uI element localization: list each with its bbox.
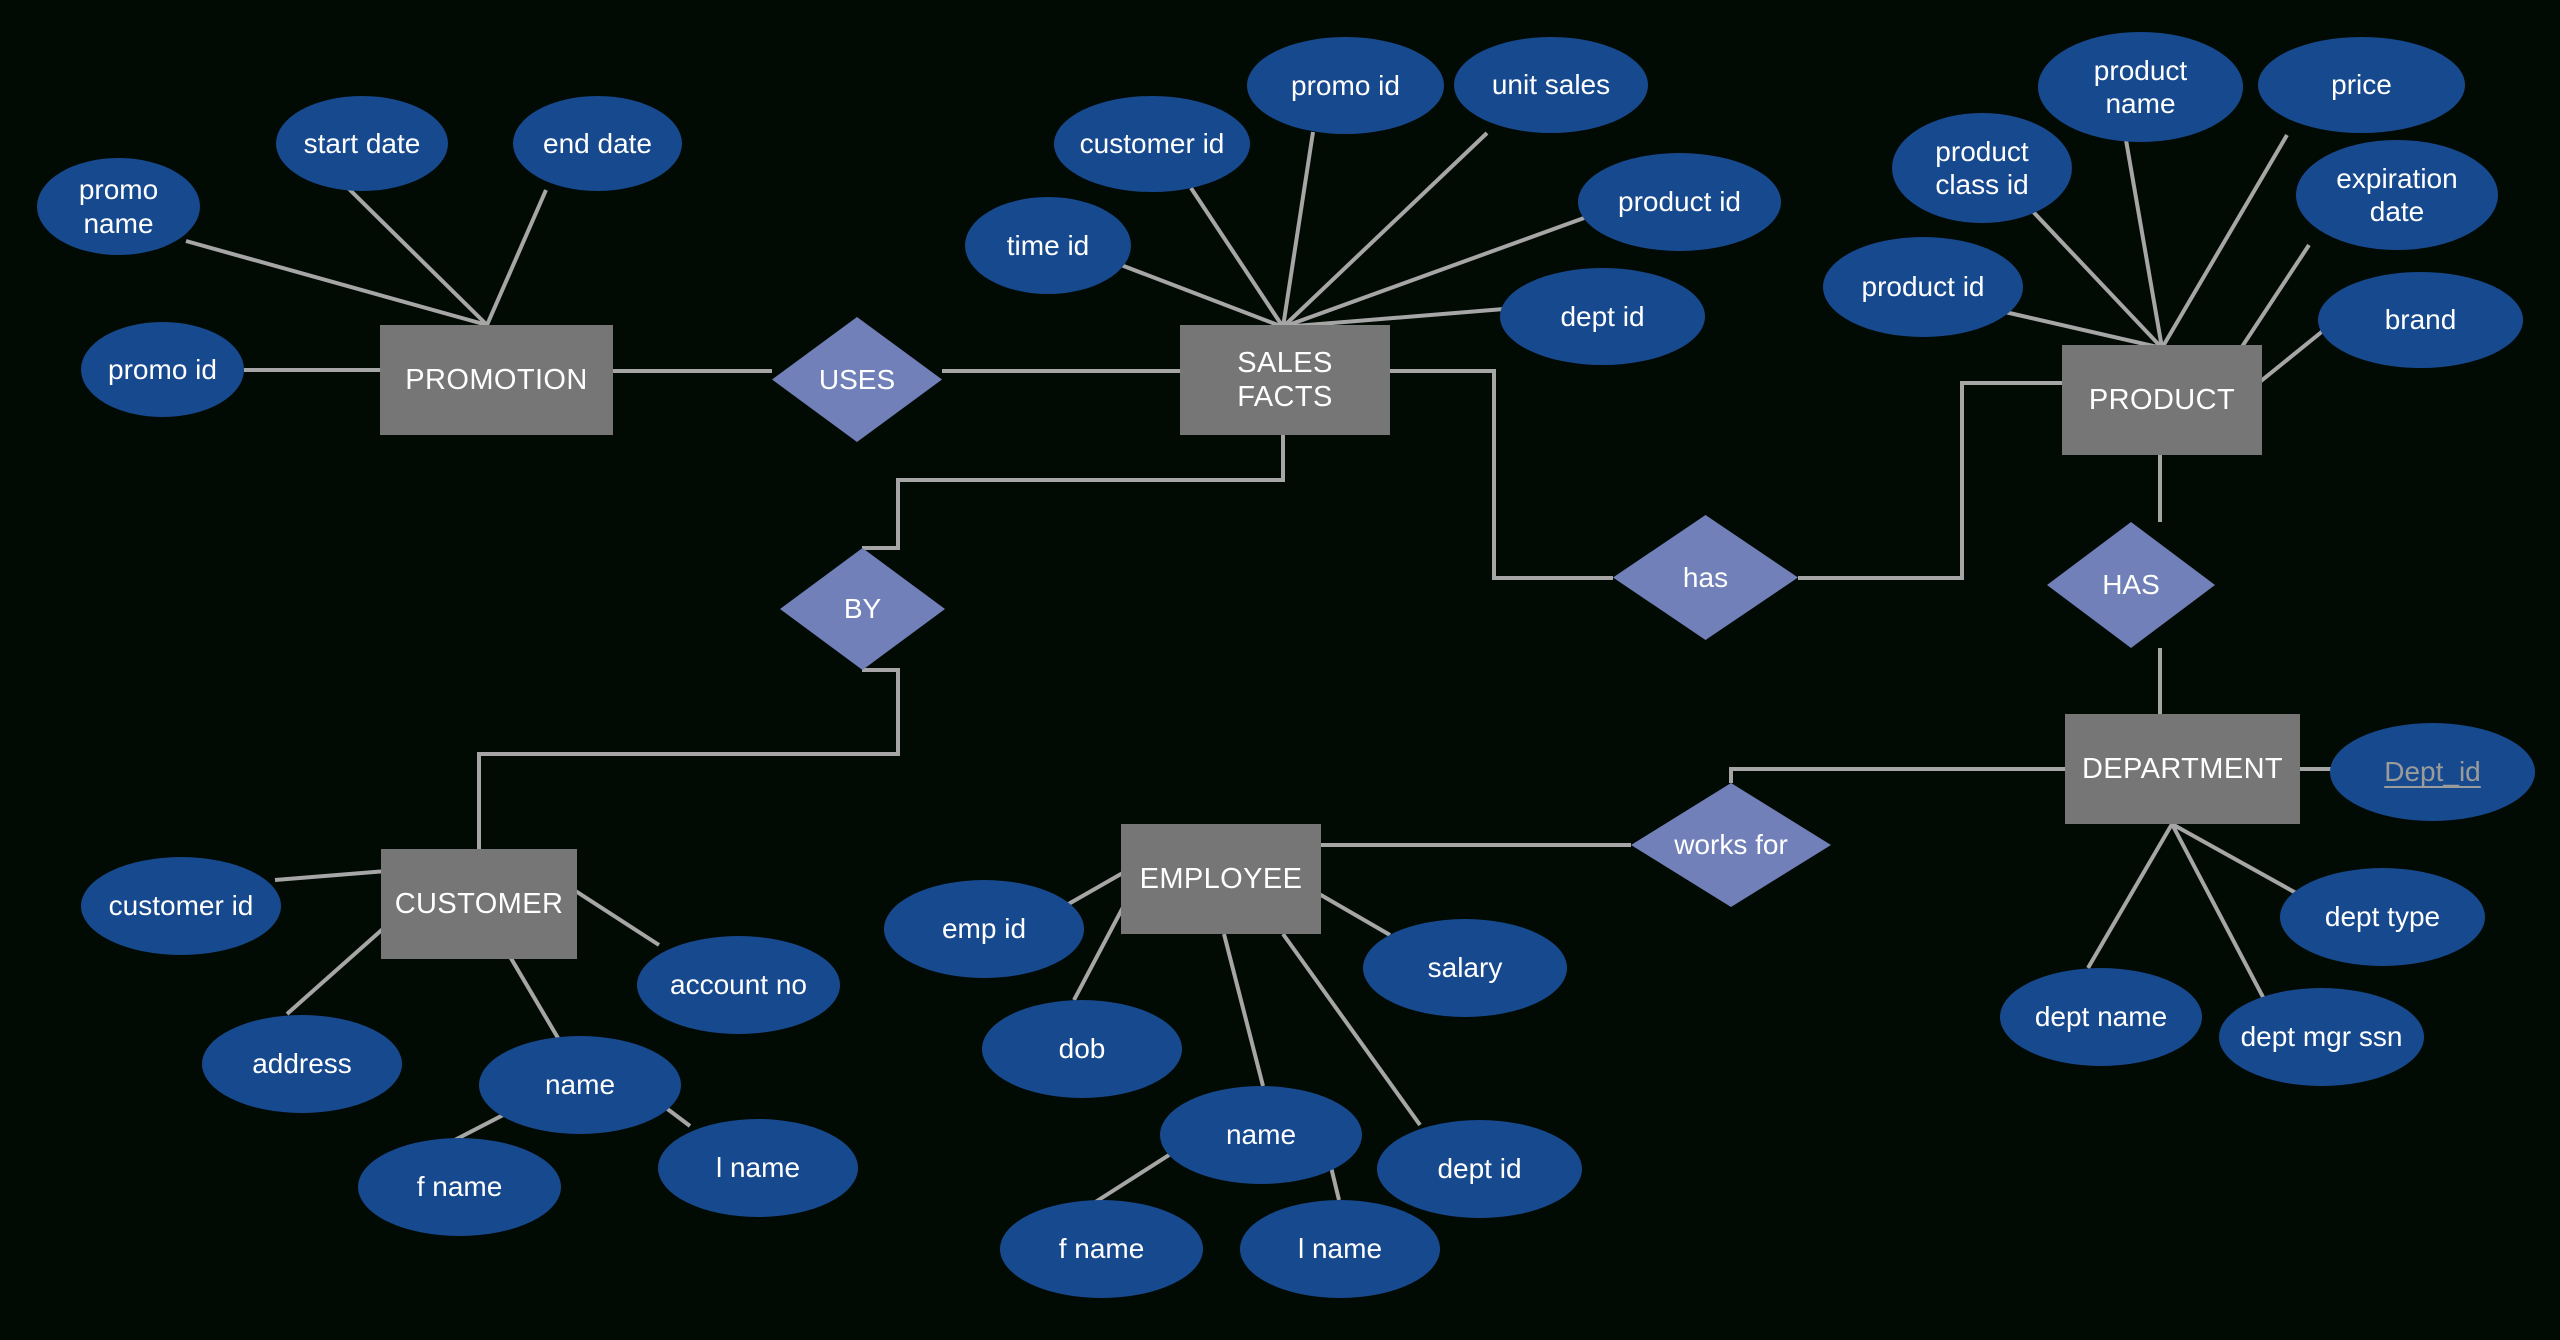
attribute-em_dob[interactable]: dob (982, 1000, 1182, 1098)
attribute-sf_dept_id[interactable]: dept id (1500, 268, 1705, 365)
attribute-cu_customer_id[interactable]: customer id (81, 857, 281, 955)
product-id-pd-to-product (2004, 310, 2163, 350)
attribute-promo_start_date[interactable]: start date (276, 96, 448, 191)
has-to-product (1798, 381, 2062, 580)
attribute-dp_dept_name[interactable]: dept name (2000, 968, 2202, 1066)
relationship-by[interactable]: BY (780, 548, 945, 670)
start-date-to-promotion (346, 186, 489, 327)
attribute-dp_dept_id[interactable]: Dept_id (2330, 723, 2535, 821)
attribute-cu_l_name[interactable]: l name (658, 1119, 858, 1217)
attribute-sf_product_id[interactable]: product id (1578, 153, 1781, 251)
time-id-to-salesfacts (1120, 263, 1284, 329)
attribute-cu_account_no[interactable]: account no (637, 936, 840, 1034)
salesfacts-to-by (862, 435, 1285, 550)
department-to-dept-name (2086, 822, 2174, 970)
name-to-employee (1222, 933, 1265, 1087)
attribute-pd_brand[interactable]: brand (2318, 272, 2523, 368)
entity-promotion[interactable]: PROMOTION (380, 325, 613, 435)
attribute-cu_f_name[interactable]: f name (358, 1138, 561, 1236)
attribute-em_dept_id[interactable]: dept id (1377, 1120, 1582, 1218)
attribute-promo_name[interactable]: promo name (37, 158, 200, 255)
attribute-em_salary[interactable]: salary (1363, 919, 1567, 1017)
relationship-has_upper[interactable]: HAS (2047, 522, 2215, 648)
er-diagram-canvas: promo name start date end date promo id time… (0, 0, 2560, 1340)
attribute-sf_time_id[interactable]: time id (965, 197, 1131, 294)
f-name-em-to-name (1084, 1146, 1182, 1210)
attribute-cu_address[interactable]: address (202, 1015, 402, 1113)
unit-sales-to-salesfacts (1281, 131, 1489, 329)
promo-name-to-promotion (185, 239, 488, 327)
attribute-em_emp_id[interactable]: emp id (884, 880, 1084, 978)
department-to-dept-mgr-ssn (2170, 823, 2276, 1019)
attribute-pd_expiration[interactable]: expiration date (2296, 140, 2498, 250)
entity-department[interactable]: DEPARTMENT (2065, 714, 2300, 824)
attribute-em_f_name[interactable]: f name (1000, 1200, 1203, 1298)
department-to-works-for (1729, 767, 2065, 783)
price-to-product (2160, 133, 2289, 350)
relationship-works_for[interactable]: works for (1631, 783, 1831, 907)
product-class-to-product (2020, 198, 2164, 350)
attribute-em_l_name[interactable]: l name (1240, 1200, 1440, 1298)
attribute-sf_unit_sales[interactable]: unit sales (1454, 37, 1648, 133)
attribute-sf_promo_id[interactable]: promo id (1247, 37, 1444, 134)
product-name-to-product (2124, 139, 2164, 349)
attribute-promo_end_date[interactable]: end date (513, 96, 682, 191)
attribute-pd_product_class[interactable]: product class id (1892, 113, 2072, 223)
attribute-pd_price[interactable]: price (2258, 37, 2465, 133)
entity-product[interactable]: PRODUCT (2062, 345, 2262, 455)
attribute-sf_customer_id[interactable]: customer id (1054, 96, 1250, 192)
attribute-pd_product_name[interactable]: product name (2038, 32, 2243, 142)
relationship-uses[interactable]: USES (772, 317, 942, 442)
customer-id-to-salesfacts (1189, 186, 1285, 329)
entity-customer[interactable]: CUSTOMER (381, 849, 577, 959)
promo-id-sf-to-salesfacts (1281, 131, 1315, 328)
attribute-dp_dept_mgr_ssn[interactable]: dept mgr ssn (2219, 988, 2424, 1086)
attribute-dp_dept_type[interactable]: dept type (2280, 868, 2485, 966)
attribute-em_name[interactable]: name (1160, 1086, 1362, 1184)
entity-employee[interactable]: EMPLOYEE (1121, 824, 1321, 934)
end-date-to-promotion (485, 189, 548, 326)
entity-salesfacts[interactable]: SALES FACTS (1180, 325, 1390, 435)
relationship-has_lower[interactable]: has (1613, 515, 1798, 640)
attribute-promo_id[interactable]: promo id (81, 322, 244, 417)
attribute-cu_name[interactable]: name (479, 1036, 681, 1134)
attribute-pd_product_id[interactable]: product id (1823, 237, 2023, 337)
by-to-customer (477, 668, 900, 849)
salesfacts-to-has (1390, 369, 1613, 580)
